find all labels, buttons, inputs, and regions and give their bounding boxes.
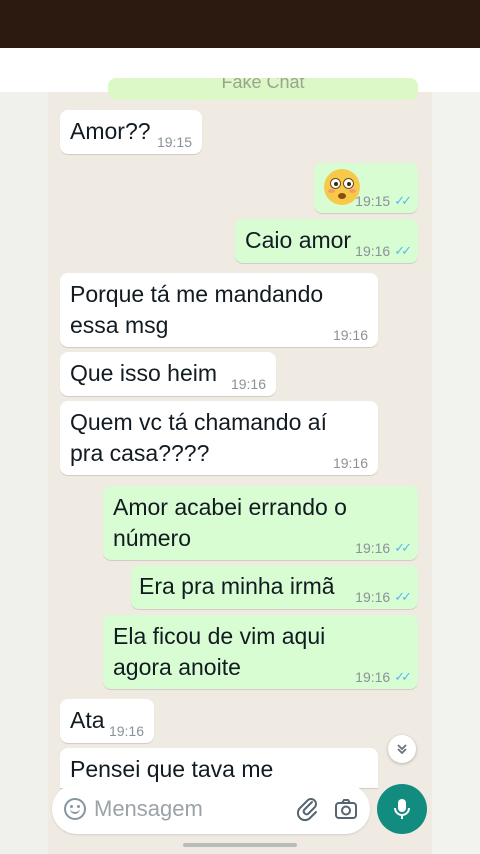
message-text: Amor?? bbox=[70, 118, 151, 144]
message-time: 19:15 ✓✓ bbox=[355, 193, 412, 209]
message-incoming[interactable]: Amor?? 19:15 bbox=[60, 110, 202, 154]
status-bar bbox=[0, 0, 480, 48]
paperclip-icon[interactable] bbox=[296, 796, 320, 822]
message-time: 19:16 bbox=[332, 327, 368, 343]
left-margin bbox=[0, 92, 48, 854]
chevron-double-down-icon bbox=[397, 744, 407, 755]
message-outgoing[interactable]: Ela ficou de vim aqui agora anoite 19:16… bbox=[103, 615, 418, 689]
message-time: 19:16 bbox=[230, 376, 266, 392]
message-time: 19:15 bbox=[156, 134, 192, 150]
message-incoming[interactable]: Que isso heim 19:16 bbox=[60, 352, 276, 396]
message-outgoing[interactable]: 19:15 ✓✓ bbox=[314, 163, 418, 213]
scroll-down-button[interactable] bbox=[388, 735, 416, 763]
camera-icon[interactable] bbox=[334, 797, 358, 821]
message-text: Quem vc tá chamando aí pra casa???? bbox=[70, 409, 327, 466]
message-composer[interactable]: Mensagem bbox=[52, 784, 370, 834]
message-text: Ata bbox=[70, 707, 105, 733]
message-text: Era pra minha irmã bbox=[139, 573, 335, 599]
double-check-icon: ✓✓ bbox=[394, 540, 412, 555]
message-text: Amor acabei errando o número bbox=[113, 494, 347, 551]
message-text: Porque tá me mandando essa msg bbox=[70, 281, 324, 338]
message-text: Que isso heim bbox=[70, 360, 218, 386]
microphone-button[interactable] bbox=[377, 784, 427, 834]
message-text: Caio amor bbox=[245, 227, 352, 253]
microphone-icon bbox=[394, 799, 410, 819]
message-outgoing[interactable]: Amor acabei errando o número 19:16 ✓✓ bbox=[103, 486, 418, 560]
right-margin bbox=[432, 92, 480, 854]
faded-header-bubble: Fake Chat bbox=[108, 78, 418, 100]
double-check-icon: ✓✓ bbox=[394, 589, 412, 604]
message-time: 19:16 ✓✓ bbox=[355, 243, 412, 259]
double-check-icon: ✓✓ bbox=[394, 193, 412, 208]
gesture-bar bbox=[183, 843, 297, 847]
message-incoming[interactable]: Ata 19:16 bbox=[60, 699, 154, 743]
smiley-icon[interactable] bbox=[64, 798, 86, 820]
message-time: 19:16 ✓✓ bbox=[355, 540, 412, 556]
message-text: Pensei que tava me bbox=[70, 756, 274, 782]
message-text: Ela ficou de vim aqui agora anoite bbox=[113, 623, 326, 680]
message-input[interactable]: Mensagem bbox=[94, 796, 203, 822]
message-outgoing[interactable]: Caio amor 19:16 ✓✓ bbox=[235, 219, 418, 263]
message-outgoing[interactable]: Era pra minha irmã 19:16 ✓✓ bbox=[131, 565, 418, 609]
message-time: 19:16 ✓✓ bbox=[355, 669, 412, 685]
message-incoming[interactable]: Pensei que tava me bbox=[60, 748, 378, 788]
message-incoming[interactable]: Quem vc tá chamando aí pra casa???? 19:1… bbox=[60, 401, 378, 475]
message-incoming[interactable]: Porque tá me mandando essa msg 19:16 bbox=[60, 273, 378, 347]
message-time: 19:16 bbox=[108, 723, 144, 739]
double-check-icon: ✓✓ bbox=[394, 243, 412, 258]
message-time: 19:16 ✓✓ bbox=[355, 589, 412, 605]
message-time: 19:16 bbox=[332, 455, 368, 471]
double-check-icon: ✓✓ bbox=[394, 669, 412, 684]
